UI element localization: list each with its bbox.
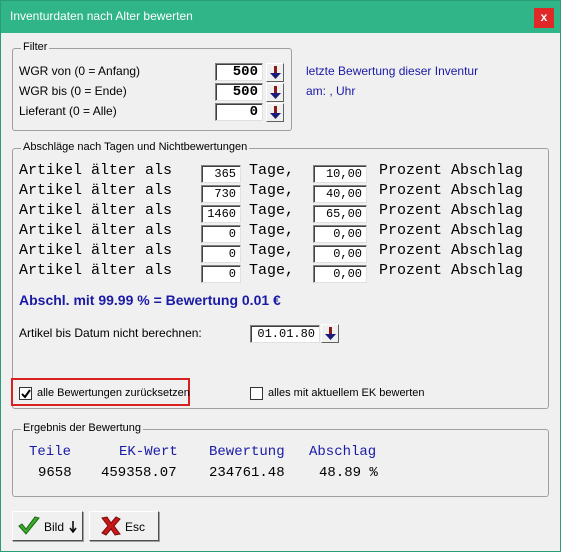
row-mid: Tage, bbox=[249, 182, 295, 199]
esc-button[interactable]: Esc bbox=[89, 511, 159, 541]
last-evaluation-datetime: am: , Uhr bbox=[306, 84, 356, 98]
percent-field[interactable]: 0,00 bbox=[313, 265, 367, 283]
abschlaege-legend: Abschläge nach Tagen und Nichtbewertunge… bbox=[21, 141, 250, 153]
wgr-bis-label: WGR bis (0 = Ende) bbox=[19, 84, 127, 98]
aktuell-checkbox[interactable] bbox=[250, 387, 263, 400]
wgr-bis-field[interactable]: 500 bbox=[215, 83, 263, 101]
header-ek-wert: EK-Wert bbox=[119, 444, 178, 460]
header-abschlag: Abschlag bbox=[309, 444, 377, 460]
ergebnis-legend: Ergebnis der Bewertung bbox=[21, 422, 144, 434]
arrow-down-icon bbox=[270, 86, 281, 99]
bild-label: Bild bbox=[44, 520, 65, 534]
days-field[interactable]: 1460 bbox=[201, 205, 241, 223]
datum-dropdown-button[interactable] bbox=[321, 324, 339, 343]
days-field[interactable]: 0 bbox=[201, 265, 241, 283]
datum-field[interactable]: 01.01.80 bbox=[250, 325, 320, 343]
days-field[interactable]: 0 bbox=[201, 245, 241, 263]
value-teile: 9658 bbox=[38, 465, 72, 481]
bild-button[interactable]: Bild bbox=[12, 511, 83, 541]
wgr-von-label: WGR von (0 = Anfang) bbox=[19, 64, 141, 78]
cancel-icon bbox=[101, 516, 121, 536]
row-mid: Tage, bbox=[249, 242, 295, 259]
window-title: Inventurdaten nach Alter bewerten bbox=[10, 9, 193, 23]
value-ek-wert: 459358.07 bbox=[101, 465, 177, 481]
row-mid: Tage, bbox=[249, 222, 295, 239]
value-bewertung: 234761.48 bbox=[209, 465, 285, 481]
aktuell-label[interactable]: alles mit aktuellem EK bewerten bbox=[268, 387, 425, 399]
ergebnis-group: Ergebnis der Bewertung bbox=[12, 422, 549, 497]
percent-field[interactable]: 0,00 bbox=[313, 225, 367, 243]
header-teile: Teile bbox=[29, 444, 72, 460]
percent-field[interactable]: 10,00 bbox=[313, 165, 367, 183]
lieferant-dropdown-button[interactable] bbox=[266, 103, 284, 122]
row-mid: Tage, bbox=[249, 202, 295, 219]
row-suffix: Prozent Abschlag bbox=[379, 222, 524, 239]
row-prefix: Artikel älter als bbox=[19, 222, 173, 239]
lieferant-label: Lieferant (0 = Alle) bbox=[19, 104, 117, 118]
esc-label: Esc bbox=[125, 520, 146, 534]
row-suffix: Prozent Abschlag bbox=[379, 182, 524, 199]
arrow-down-icon bbox=[270, 106, 281, 119]
datum-label: Artikel bis Datum nicht berechnen: bbox=[19, 326, 202, 340]
header-bewertung: Bewertung bbox=[209, 444, 285, 460]
checkmark-icon bbox=[18, 516, 40, 535]
wgr-von-field[interactable]: 500 bbox=[215, 63, 263, 81]
percent-field[interactable]: 0,00 bbox=[313, 245, 367, 263]
last-evaluation-info: letzte Bewertung dieser Inventur bbox=[306, 64, 479, 78]
value-abschlag: 48.89 % bbox=[319, 465, 378, 481]
percent-field[interactable]: 40,00 bbox=[313, 185, 367, 203]
wgr-von-dropdown-button[interactable] bbox=[266, 63, 284, 82]
summary-text: Abschl. mit 99.99 % = Bewertung 0.01 € bbox=[19, 292, 281, 308]
arrow-down-icon bbox=[69, 521, 77, 533]
arrow-down-icon bbox=[270, 66, 281, 79]
percent-field[interactable]: 65,00 bbox=[313, 205, 367, 223]
arrow-down-icon bbox=[325, 327, 336, 340]
days-field[interactable]: 0 bbox=[201, 225, 241, 243]
row-suffix: Prozent Abschlag bbox=[379, 262, 524, 279]
row-suffix: Prozent Abschlag bbox=[379, 162, 524, 179]
row-prefix: Artikel älter als bbox=[19, 202, 173, 219]
wgr-bis-dropdown-button[interactable] bbox=[266, 83, 284, 102]
reset-label[interactable]: alle Bewertungen zurücksetzen bbox=[37, 387, 190, 399]
title-bar[interactable]: Inventurdaten nach Alter bewerten x bbox=[1, 1, 560, 33]
close-button[interactable]: x bbox=[534, 8, 554, 28]
filter-legend: Filter bbox=[21, 41, 50, 53]
row-suffix: Prozent Abschlag bbox=[379, 242, 524, 259]
reset-checkbox[interactable] bbox=[19, 387, 32, 400]
row-prefix: Artikel älter als bbox=[19, 262, 173, 279]
lieferant-field[interactable]: 0 bbox=[215, 103, 263, 121]
row-prefix: Artikel älter als bbox=[19, 162, 173, 179]
dialog-window: Inventurdaten nach Alter bewerten x Filt… bbox=[0, 0, 561, 552]
row-mid: Tage, bbox=[249, 262, 295, 279]
row-prefix: Artikel älter als bbox=[19, 182, 173, 199]
row-prefix: Artikel älter als bbox=[19, 242, 173, 259]
checkmark-icon bbox=[21, 389, 31, 399]
days-field[interactable]: 365 bbox=[201, 165, 241, 183]
row-mid: Tage, bbox=[249, 162, 295, 179]
days-field[interactable]: 730 bbox=[201, 185, 241, 203]
row-suffix: Prozent Abschlag bbox=[379, 202, 524, 219]
